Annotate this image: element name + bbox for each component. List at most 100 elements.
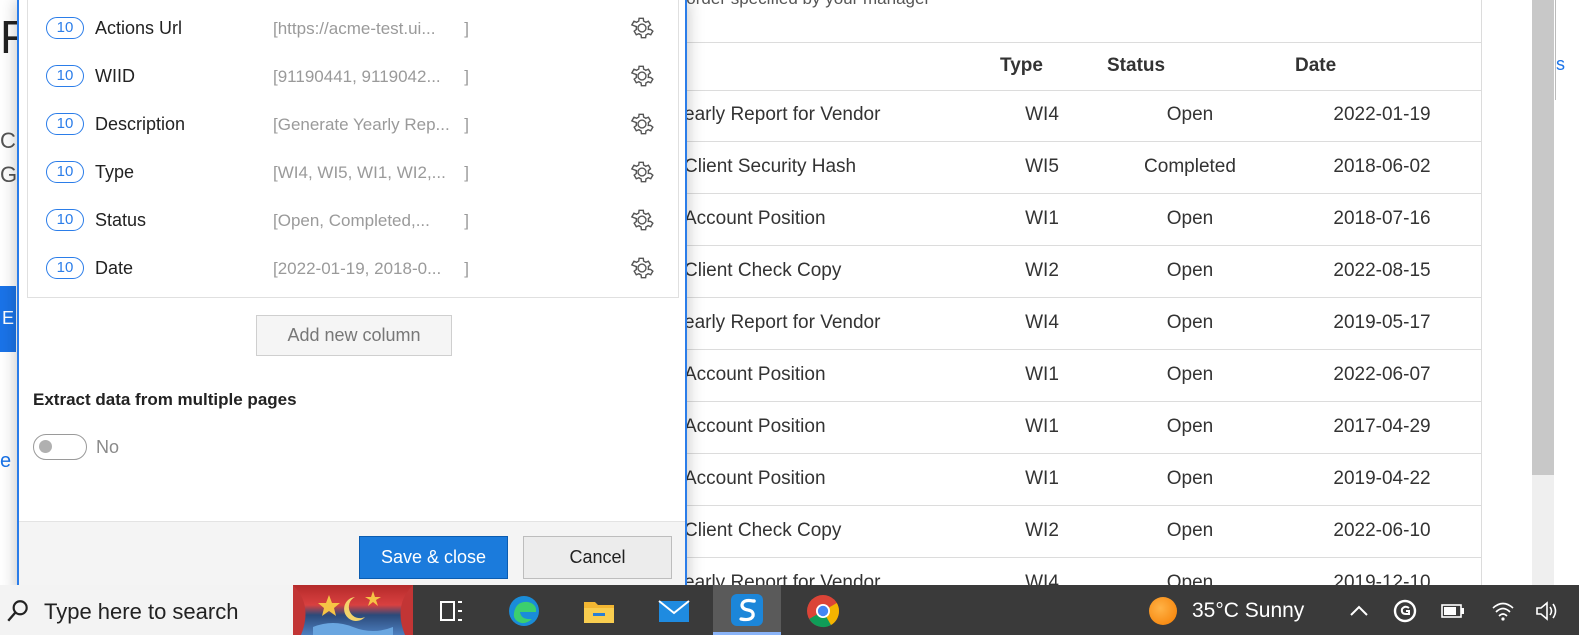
bg-blue-button[interactable]: E <box>0 286 16 352</box>
cell-date: 2018-06-02 <box>1333 156 1431 177</box>
column-preview-text: [https://acme-test.ui... <box>273 19 436 38</box>
cell-date: 2018-07-16 <box>1333 208 1431 229</box>
cell-status: Open <box>1166 468 1214 489</box>
table-row: early Report for Vendor WI4 Open 2019-12… <box>640 558 1482 585</box>
table-row: early Report for Vendor WI4 Open 2022-01… <box>640 90 1482 142</box>
divider <box>640 42 1482 43</box>
cell-type: WI4 <box>1025 312 1059 333</box>
cell-date: 2019-05-17 <box>1333 312 1431 333</box>
save-and-close-button[interactable]: Save & close <box>359 536 508 579</box>
add-new-column-button[interactable]: Add new column <box>256 315 452 356</box>
cell-status: Completed <box>1144 156 1236 177</box>
column-preview: [2022-01-19, 2018-0...] <box>273 259 469 279</box>
column-count-badge: 10 <box>46 257 84 279</box>
taskbar-search-box[interactable]: Type here to search <box>0 585 293 635</box>
table-row: early Report for Vendor WI4 Open 2019-05… <box>640 298 1482 350</box>
file-explorer-icon[interactable] <box>581 593 617 629</box>
cell-date: 2022-01-19 <box>1333 104 1431 125</box>
cell-description[interactable]: Account Position <box>684 416 826 438</box>
cell-type: WI4 <box>1025 104 1059 125</box>
column-preview-close: ] <box>464 67 469 86</box>
cell-description[interactable]: early Report for Vendor <box>684 572 880 585</box>
scrollbar-thumb[interactable] <box>1532 0 1554 475</box>
weather-text[interactable]: 35°C Sunny <box>1192 599 1304 623</box>
extracted-columns-list: 10 Actions Url [https://acme-test.ui...]… <box>27 0 679 298</box>
table-row: Client Security Hash WI5 Completed 2018-… <box>640 142 1482 194</box>
search-icon <box>7 600 28 622</box>
column-row: 10 Date [2022-01-19, 2018-0...] <box>28 243 678 291</box>
column-preview-close: ] <box>464 19 469 38</box>
cell-status: Open <box>1166 416 1214 437</box>
cell-description[interactable]: Account Position <box>684 364 826 386</box>
chrome-icon[interactable] <box>805 593 841 629</box>
bg-text-fragment: C <box>0 128 16 153</box>
gear-icon[interactable] <box>628 110 656 138</box>
column-preview-text: [2022-01-19, 2018-0... <box>273 259 442 278</box>
cancel-button[interactable]: Cancel <box>523 536 672 579</box>
cell-status: Open <box>1166 572 1214 585</box>
column-preview: [Generate Yearly Rep...] <box>273 115 469 135</box>
cell-type: WI1 <box>1025 468 1059 489</box>
mail-icon[interactable] <box>656 593 692 629</box>
extract-wizard-dialog: 10 Actions Url [https://acme-test.ui...]… <box>17 0 687 591</box>
cell-description[interactable]: Account Position <box>684 208 826 230</box>
cell-status: Open <box>1166 520 1214 541</box>
bg-link-fragment[interactable]: e <box>0 450 11 473</box>
cell-description[interactable]: Client Security Hash <box>684 156 856 178</box>
column-preview: [Open, Completed,...] <box>273 211 469 231</box>
grammarly-icon[interactable] <box>1392 598 1418 624</box>
cell-description[interactable]: Client Check Copy <box>684 520 841 542</box>
cell-date: 2019-04-22 <box>1333 468 1431 489</box>
cell-description[interactable]: Client Check Copy <box>684 260 841 282</box>
cell-status: Open <box>1166 208 1214 229</box>
column-preview: [WI4, WI5, WI1, WI2,...] <box>273 163 469 183</box>
task-view-icon[interactable] <box>433 593 469 629</box>
column-count-badge: 10 <box>46 161 84 183</box>
gear-icon[interactable] <box>628 206 656 234</box>
column-name: Status <box>95 210 147 230</box>
sun-icon[interactable] <box>1149 597 1177 625</box>
column-preview-close: ] <box>464 115 469 134</box>
column-header-status[interactable]: Status <box>1107 55 1165 77</box>
edge-icon[interactable] <box>506 593 542 629</box>
column-preview-close: ] <box>464 259 469 278</box>
weather-widget-art[interactable] <box>293 585 413 635</box>
gear-icon[interactable] <box>628 14 656 42</box>
gear-icon[interactable] <box>628 158 656 186</box>
cell-type: WI2 <box>1025 260 1059 281</box>
cell-date: 2022-06-10 <box>1333 520 1431 541</box>
column-header-type[interactable]: Type <box>1000 55 1043 77</box>
search-placeholder: Type here to search <box>44 599 239 624</box>
cell-type: WI4 <box>1025 572 1059 585</box>
cell-type: WI1 <box>1025 208 1059 229</box>
bg-right-link-fragment[interactable]: s <box>1556 54 1565 75</box>
column-preview-close: ] <box>464 211 469 230</box>
cell-date: 2022-08-15 <box>1333 260 1431 281</box>
column-name: WIID <box>95 66 135 86</box>
column-header-date[interactable]: Date <box>1295 55 1336 77</box>
table-row: Account Position WI1 Open 2018-07-16 <box>640 194 1482 246</box>
chevron-up-icon[interactable] <box>1346 598 1372 624</box>
column-name: Description <box>95 114 186 134</box>
toggle-state-label: No <box>96 437 120 457</box>
battery-icon[interactable] <box>1440 598 1466 624</box>
column-preview: [https://acme-test.ui...] <box>273 19 469 39</box>
taskbar-active-app[interactable] <box>713 585 781 635</box>
volume-icon[interactable] <box>1534 598 1560 624</box>
wifi-icon[interactable] <box>1490 598 1516 624</box>
cell-description[interactable]: Account Position <box>684 468 826 490</box>
column-preview-text: [WI4, WI5, WI1, WI2,... <box>273 163 446 182</box>
column-count-badge: 10 <box>46 65 84 87</box>
cell-description[interactable]: early Report for Vendor <box>684 312 880 334</box>
cell-description[interactable]: early Report for Vendor <box>684 104 880 126</box>
column-count-badge: 10 <box>46 17 84 39</box>
column-name: Date <box>95 258 134 278</box>
extract-multiple-pages-toggle[interactable] <box>33 434 87 460</box>
gear-icon[interactable] <box>628 254 656 282</box>
toggle-knob <box>39 440 52 453</box>
gear-icon[interactable] <box>628 62 656 90</box>
bg-blue-button-label: E <box>2 308 15 328</box>
cell-type: WI2 <box>1025 520 1059 541</box>
divider <box>1555 0 1556 100</box>
cell-type: WI1 <box>1025 364 1059 385</box>
